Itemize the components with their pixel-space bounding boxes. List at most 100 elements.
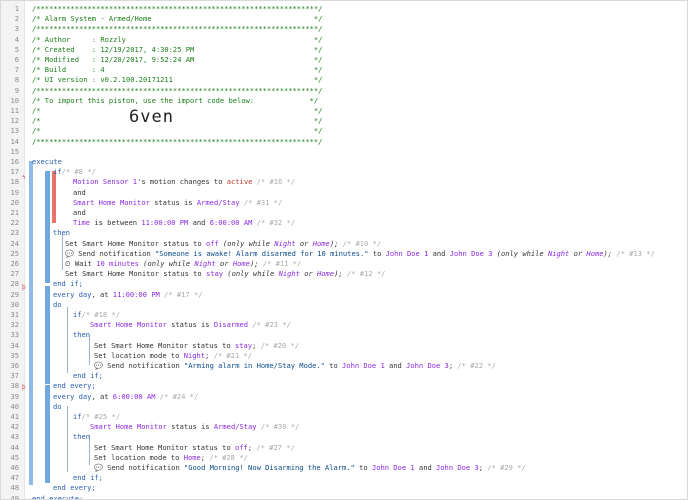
code-token: Armed/Stay [196, 197, 240, 207]
code-text[interactable]: end every; [53, 381, 96, 391]
code-text[interactable]: Smart Home Monitor status is Armed/Stay … [73, 198, 282, 208]
import-code[interactable]: 6ven [129, 107, 174, 127]
code-text[interactable]: end if; [73, 473, 103, 483]
code-token: (only while [138, 259, 195, 268]
code-text[interactable]: ⏲ Wait 10 minutes (only while Night or H… [65, 259, 301, 269]
code-token: Smart Home Monitor [73, 197, 150, 207]
code-token: Motion Sensor 1 [73, 177, 138, 187]
code-text[interactable]: and [73, 208, 86, 218]
code-text[interactable]: then [53, 228, 70, 238]
code-token: and [73, 187, 86, 197]
code-text[interactable]: Set location mode to Home; /* #28 */ [94, 453, 248, 463]
code-token: , at [91, 289, 113, 299]
code-token: end every; [53, 483, 96, 493]
code-line: 37 end if; [1, 371, 687, 381]
code-text[interactable]: /* */ [32, 106, 322, 116]
code-token: end execute; [32, 493, 84, 500]
code-text[interactable]: /* Build : 4 */ [32, 65, 322, 75]
line-number: 6 [14, 55, 19, 64]
code-text[interactable]: 💬 Send notification "Someone is awake! A… [65, 249, 655, 259]
code-text[interactable]: /* Author : Rozzly */ [32, 35, 322, 45]
code-text[interactable]: if/* #25 */ [73, 412, 120, 422]
code-text[interactable]: execute [32, 157, 62, 167]
code-text[interactable]: every day, at 6:00:00 AM /* #24 */ [53, 392, 198, 402]
code-text[interactable]: then [73, 330, 90, 340]
line-number: 15 [10, 146, 19, 156]
code-token: do [53, 299, 62, 309]
code-line: 32 Smart Home Monitor status is Disarmed … [1, 320, 687, 330]
code-token: /* #21 */ [209, 350, 253, 360]
code-text[interactable]: then [73, 432, 90, 442]
code-token: Send notification [102, 361, 184, 370]
code-token: 's motion changes to [137, 177, 227, 187]
code-token: status is [166, 320, 214, 330]
code-text[interactable]: 💬 Send notification "Good Morning! Now D… [94, 463, 526, 473]
code-token: (only while [223, 269, 279, 279]
code-token: and [73, 208, 86, 217]
code-token: every day [53, 289, 92, 299]
code-line: 3 /**************************************… [1, 24, 687, 34]
code-token: is between [90, 218, 142, 228]
code-token: Home [312, 238, 330, 248]
code-line: 19 and [1, 188, 687, 198]
code-token: Home [232, 259, 250, 268]
line-number: 22 [10, 218, 19, 228]
code-text[interactable]: every day, at 11:00:00 PM /* #17 */ [53, 290, 203, 300]
code-token: end if; [73, 371, 103, 381]
code-token: to [324, 361, 343, 370]
code-text[interactable]: /* UI version : v0.2.100.20171211 */ [32, 75, 322, 85]
code-text[interactable]: Smart Home Monitor status is Disarmed /*… [90, 320, 291, 330]
line-number: 1 [14, 4, 19, 13]
code-text[interactable]: 💬 Send notification "Arming alarm in Hom… [94, 361, 496, 371]
line-number: 2 [14, 14, 19, 24]
code-text[interactable]: /***************************************… [32, 137, 322, 147]
code-token: Set Smart Home Monitor status to [94, 340, 235, 350]
line-number: 13 [10, 126, 19, 136]
code-text[interactable]: end every; [53, 483, 96, 493]
line-number: 33 [10, 330, 19, 340]
code-text[interactable]: end execute; [32, 493, 84, 500]
code-text[interactable]: Set Smart Home Monitor status to stay (o… [65, 269, 385, 279]
code-text[interactable]: and [73, 188, 86, 198]
code-text[interactable]: Set location mode to Night; /* #21 */ [94, 351, 252, 361]
code-text[interactable]: if/* #8 */ [53, 167, 96, 177]
line-number: 21 [10, 208, 19, 217]
code-text[interactable]: /***************************************… [32, 4, 322, 14]
code-text[interactable]: do [53, 300, 62, 310]
code-line: 18 Motion Sensor 1's motion changes to ac… [1, 177, 687, 187]
code-text[interactable]: do [53, 402, 62, 412]
code-text[interactable]: if/* #18 */ [73, 310, 120, 320]
code-text[interactable]: /* To import this piston, use the import… [32, 96, 318, 106]
line-number: 18 [10, 177, 19, 187]
code-text[interactable]: /* Modified : 12/20/2017, 9:52:24 AM */ [32, 55, 322, 65]
code-text[interactable]: /* Created : 12/19/2017, 4:30:25 PM */ [32, 45, 322, 55]
code-text[interactable]: Motion Sensor 1's motion changes to acti… [73, 177, 295, 187]
code-text[interactable]: /* */ [32, 126, 322, 136]
code-token: if [73, 310, 82, 319]
code-line: 6 /* Modified : 12/20/2017, 9:52:24 AM */ [1, 55, 687, 65]
code-text[interactable]: Set Smart Home Monitor status to off (on… [65, 239, 381, 249]
code-token: /* #18 */ [81, 310, 120, 319]
code-text[interactable]: /***************************************… [32, 86, 322, 96]
code-token: 💬 [65, 248, 74, 258]
code-token: /***************************************… [32, 85, 323, 95]
code-token: , at [91, 391, 113, 401]
line-number: 40 [10, 401, 19, 411]
code-text[interactable]: Set Smart Home Monitor status to off; /*… [94, 443, 295, 453]
code-token: and [384, 361, 407, 370]
code-line: 23 then [1, 228, 687, 238]
line-number: 45 [10, 452, 19, 462]
code-line: 14 /*************************************… [1, 137, 687, 147]
code-token: /* #23 */ [248, 320, 291, 330]
code-text[interactable]: end if; [73, 371, 103, 381]
code-text[interactable]: /* */ [32, 116, 322, 126]
code-text[interactable]: Smart Home Monitor status is Armed/Stay … [90, 422, 299, 432]
code-text[interactable]: end if; [53, 279, 83, 289]
code-text[interactable]: Time is between 11:00:00 PM and 6:00:00 … [73, 218, 295, 228]
code-token: or [215, 259, 233, 268]
code-text[interactable]: Set Smart Home Monitor status to stay; /… [94, 341, 299, 351]
code-text[interactable]: /* Alarm System - Armed/Home */ [32, 14, 322, 24]
code-text[interactable]: /***************************************… [32, 24, 322, 34]
code-token: /* Modified : 12/20/2017, 9:52:24 AM */ [32, 55, 323, 64]
code-line: 16 execute [1, 157, 687, 167]
